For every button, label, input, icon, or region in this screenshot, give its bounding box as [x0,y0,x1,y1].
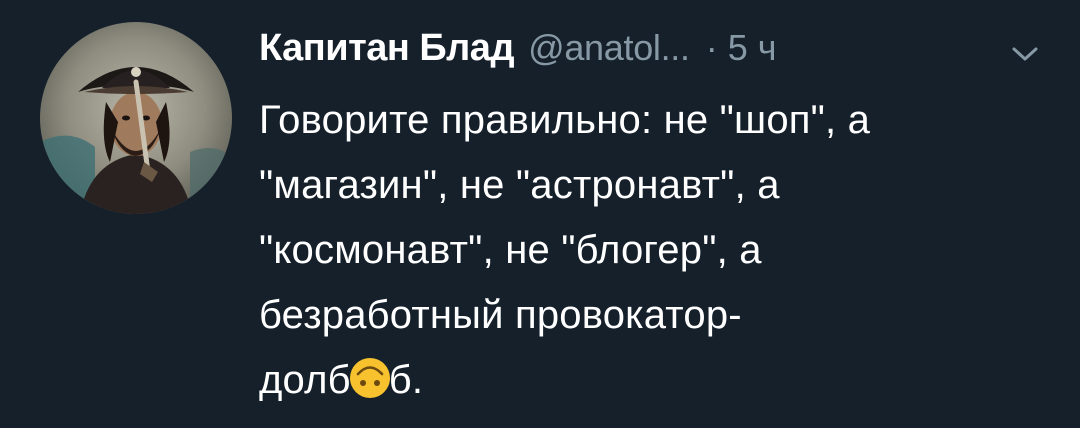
tweet-last-line: долб б. [259,348,1059,413]
tweet-line: Говорите правильно: не "шоп", а [259,98,871,142]
tweet-card[interactable]: Капитан Блад @anatol... · 5 ч Говорите п… [0,0,1080,428]
author-display-name[interactable]: Капитан Блад [259,27,515,70]
tweet-line: "магазин", не "астронавт", а [259,163,780,207]
author-avatar[interactable] [40,22,232,214]
tweet-line: "космонавт", не "блогер", а [259,228,762,272]
separator-dot: · [705,27,718,68]
chevron-down-icon[interactable] [1010,44,1040,64]
tweet-line: безработный провокатор- [259,293,742,337]
upside-down-face-emoji-icon [349,358,390,398]
tweet-text-fragment: б. [388,358,424,402]
author-handle[interactable]: @anatol... [528,27,690,69]
tweet-body: Говорите правильно: не "шоп", а "магазин… [259,88,1059,413]
pirate-avatar-icon [40,22,232,214]
tweet-header: Капитан Блад @anatol... · 5 ч [259,18,777,78]
tweet-timestamp[interactable]: 5 ч [728,27,777,69]
tweet-text-fragment: долб [259,358,351,402]
